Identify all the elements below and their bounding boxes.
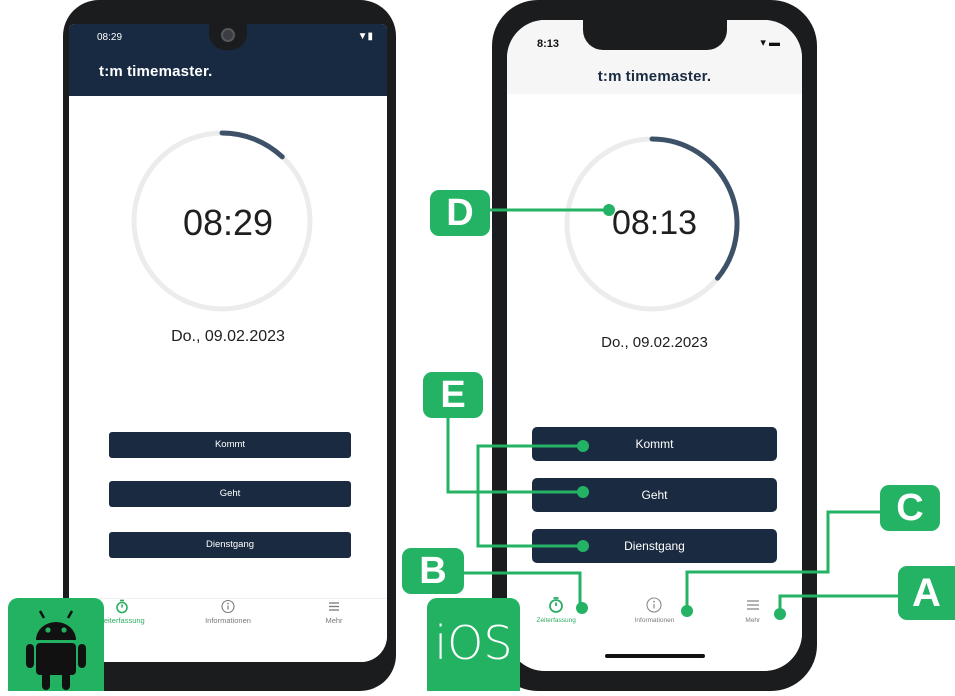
callout-dot-d [603,204,615,216]
callout-a: A [898,566,955,620]
callout-dot-geht [577,486,589,498]
callout-line-a [778,594,900,613]
callout-d: D [430,190,490,236]
callout-dot-dienstgang [577,540,589,552]
callout-c: C [880,485,940,531]
callout-dot-b [576,602,588,614]
callout-e: E [423,372,483,418]
android-robot-icon [26,610,86,690]
callout-dot-c [681,605,693,617]
callout-dot-a [774,608,786,620]
android-badge [8,598,104,691]
callout-b: B [402,548,464,594]
ios-badge: iOS [427,598,520,691]
ios-badge-label: iOS [434,616,513,670]
callout-lines [446,204,900,620]
callout-dot-kommt [577,440,589,452]
callout-line-e-kommt-dienstgang [476,444,583,548]
